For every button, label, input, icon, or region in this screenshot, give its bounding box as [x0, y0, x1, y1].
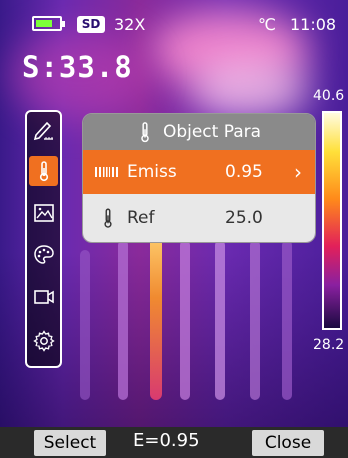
thermometer-icon [39, 161, 48, 182]
object-params-panel: Object Para Emiss 0.95 › Ref 25.0 [82, 113, 316, 243]
video-camera-icon [33, 290, 54, 304]
thermal-cable [215, 240, 225, 400]
emissivity-value: 0.95 [225, 162, 263, 182]
spot-temperature-readout: S:33.8 [22, 50, 133, 84]
temperature-unit: ℃ [258, 15, 276, 34]
thermal-cable [80, 250, 90, 400]
thermal-camera-screen: SD 32X ℃ 11:08 S:33.8 40.6 28.2 Object P… [0, 0, 348, 458]
menu-item-settings[interactable] [29, 326, 58, 356]
clock-time: 11:08 [290, 15, 337, 34]
menu-item-object-params[interactable] [29, 156, 58, 186]
emissivity-label: Emiss [127, 162, 177, 182]
thermal-cable [150, 230, 162, 400]
close-button[interactable]: Close [252, 430, 324, 456]
thermal-hotspot [190, 60, 310, 120]
select-button[interactable]: Select [34, 430, 106, 456]
emissivity-icon [95, 150, 121, 194]
reflected-temp-value: 25.0 [225, 208, 263, 228]
emissivity-row[interactable]: Emiss 0.95 › [83, 150, 315, 194]
gear-icon [32, 330, 55, 352]
temperature-color-scale [322, 111, 342, 330]
thermal-cable [250, 240, 260, 400]
battery-icon [32, 16, 65, 31]
menu-item-video[interactable] [29, 282, 58, 312]
menu-item-palette[interactable] [29, 240, 58, 270]
sd-card-badge: SD [77, 16, 105, 33]
reflected-temp-label: Ref [127, 208, 155, 228]
menu-item-image[interactable] [29, 198, 58, 228]
chevron-right-icon: › [294, 160, 302, 184]
palette-icon [33, 245, 54, 264]
thermometer-icon [101, 194, 115, 242]
status-bar: SD 32X ℃ 11:08 [0, 0, 348, 40]
zoom-level: 32X [114, 15, 146, 34]
thermometer-icon [141, 122, 149, 143]
panel-title: Object Para [162, 122, 262, 142]
pen-icon [33, 121, 53, 141]
emissivity-readout: E=0.95 [133, 430, 200, 451]
scale-min-label: 28.2 [313, 337, 345, 353]
panel-header: Object Para [83, 114, 315, 150]
side-menu [25, 110, 62, 368]
thermal-cable [180, 240, 190, 400]
menu-item-measure-tools[interactable] [29, 115, 58, 145]
thermal-cable [118, 240, 128, 400]
thermal-cable [282, 240, 292, 400]
image-icon [33, 204, 54, 222]
scale-max-label: 40.6 [313, 88, 345, 104]
reflected-temp-row[interactable]: Ref 25.0 [83, 194, 315, 242]
